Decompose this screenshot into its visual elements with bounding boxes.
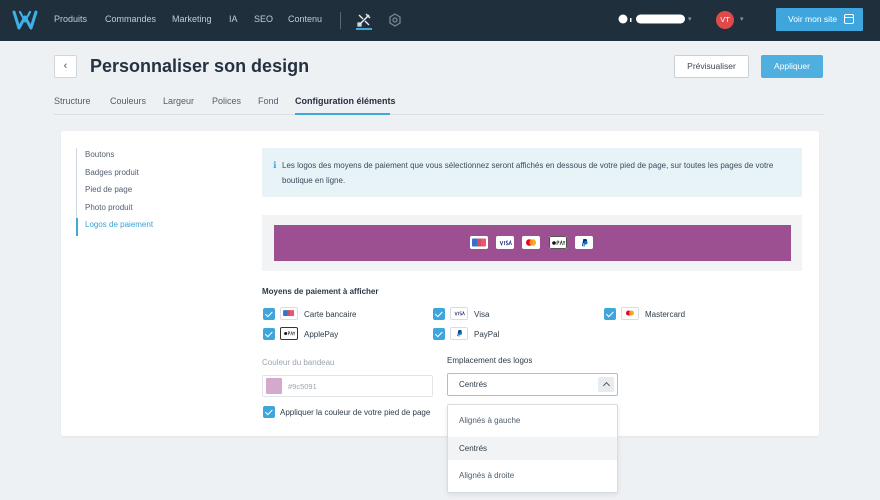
tabs-divider [54, 114, 824, 115]
sidebar-item-pied-de-page[interactable]: Pied de page [85, 185, 132, 194]
page-title: Personnaliser son design [90, 56, 310, 76]
sidebar-item-photo-produit[interactable]: Photo produit [85, 203, 133, 212]
option-alignes-a-droite[interactable]: Alignés à droite [448, 464, 617, 487]
banner-color-label: Couleur du bandeau [262, 358, 335, 367]
nav-item-contenu[interactable]: Contenu [288, 14, 322, 24]
view-site-label: Voir mon site [788, 14, 838, 24]
banner-color-value: #9c5091 [288, 382, 317, 391]
preview-button[interactable]: Prévisualiser [674, 55, 749, 78]
chevron-down-icon[interactable]: ▾ [740, 15, 744, 23]
nav-item-ia[interactable]: IA [229, 14, 238, 24]
avatar[interactable]: VT [716, 11, 734, 29]
nav-item-produits[interactable]: Produits [54, 14, 87, 24]
tab-structure[interactable]: Structure [54, 96, 91, 106]
checkbox-mastercard[interactable] [604, 308, 616, 320]
payment-label-mastercard: Mastercard [645, 310, 686, 319]
tab-fond[interactable]: Fond [258, 96, 279, 106]
info-icon: ℹ [273, 160, 277, 170]
card-logo-icon [470, 236, 488, 249]
sidebar-item-boutons[interactable]: Boutons [85, 150, 114, 159]
payment-methods-label: Moyens de paiement à afficher [262, 287, 379, 296]
tab-active-indicator [295, 113, 390, 115]
design-tools-icon[interactable] [356, 12, 372, 28]
apply-button[interactable]: Appliquer [761, 55, 823, 78]
store-switcher[interactable] [618, 14, 686, 24]
paypal-logo-icon [575, 236, 593, 249]
nav-item-commandes[interactable]: Commandes [105, 14, 156, 24]
tab-largeur[interactable]: Largeur [163, 96, 194, 106]
payment-label-applepay: ApplePay [304, 330, 339, 339]
nav-item-marketing[interactable]: Marketing [172, 14, 212, 24]
info-text: Les logos des moyens de paiement que vou… [282, 161, 774, 185]
mastercard-logo-icon [621, 307, 639, 320]
paypal-logo-icon [450, 327, 468, 340]
option-alignes-a-gauche[interactable]: Alignés à gauche [448, 409, 617, 432]
top-nav: Produits Commandes Marketing IA SEO Cont… [0, 0, 880, 41]
visa-logo-icon [450, 307, 468, 320]
logo-icon[interactable] [12, 9, 38, 31]
logo-position-selected: Centrés [459, 380, 488, 389]
tab-configuration-elements[interactable]: Configuration éléments [295, 96, 396, 106]
option-centres[interactable]: Centrés [448, 437, 617, 460]
visa-logo-icon [496, 236, 514, 249]
color-swatch[interactable] [266, 378, 282, 394]
logo-position-label: Emplacement des logos [447, 356, 533, 365]
back-button[interactable]: ‹ [54, 55, 77, 78]
sidebar-active-indicator [76, 218, 78, 236]
checkbox-carte-bancaire[interactable] [263, 308, 275, 320]
view-site-button[interactable]: Voir mon site [776, 8, 863, 31]
applepay-logo-icon [280, 327, 298, 340]
nav-item-seo[interactable]: SEO [254, 14, 273, 24]
checkbox-paypal[interactable] [433, 328, 445, 340]
chevron-up-icon[interactable] [598, 377, 614, 392]
payment-label-carte-bancaire: Carte bancaire [304, 310, 357, 319]
settings-icon[interactable] [387, 12, 403, 28]
sidebar-item-logos-de-paiement[interactable]: Logos de paiement [85, 220, 153, 229]
sidebar-item-badges-produit[interactable]: Badges produit [85, 168, 139, 177]
payment-label-visa: Visa [474, 310, 490, 319]
footer-color-label: Appliquer la couleur de votre pied de pa… [280, 408, 431, 417]
checkbox-visa[interactable] [433, 308, 445, 320]
chevron-left-icon: ‹ [63, 60, 68, 72]
mastercard-logo-icon [522, 236, 540, 249]
card-logo-icon [280, 307, 298, 320]
nav-divider [340, 12, 341, 29]
payment-label-paypal: PayPal [474, 330, 500, 339]
nav-active-indicator [356, 28, 372, 30]
checkbox-applepay[interactable] [263, 328, 275, 340]
checkbox-footer-color[interactable] [263, 406, 275, 418]
applepay-logo-icon [549, 236, 567, 249]
tab-couleurs[interactable]: Couleurs [110, 96, 146, 106]
tab-polices[interactable]: Polices [212, 96, 241, 106]
window-icon [844, 14, 854, 24]
chevron-down-icon[interactable]: ▾ [688, 15, 692, 23]
